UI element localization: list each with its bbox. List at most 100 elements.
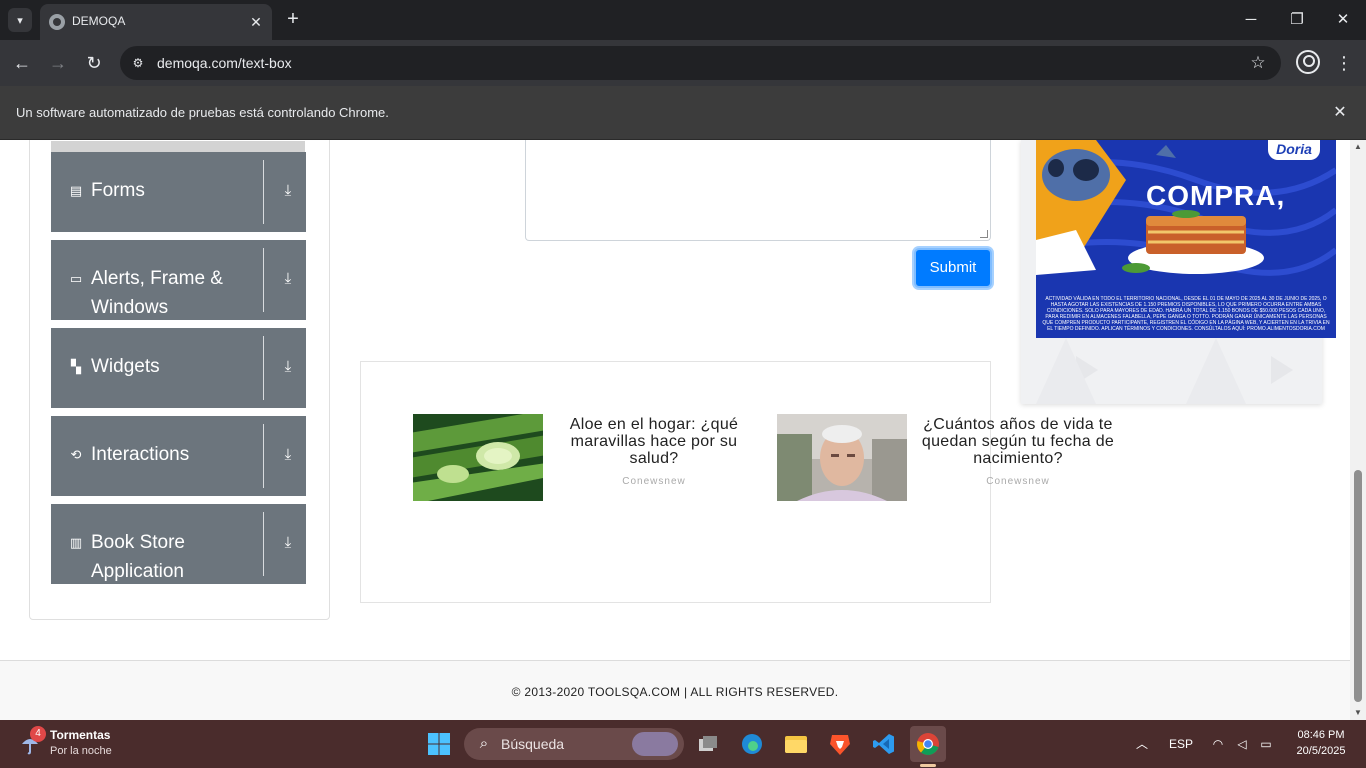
group-divider [263,512,264,576]
infobar-close-icon[interactable]: ✕ [1330,103,1350,123]
wifi-icon[interactable]: ◠ [1208,734,1228,754]
infobar-message: Un software automatizado de pruebas está… [16,105,389,120]
clock-date[interactable]: 20/5/2025 [1288,745,1354,757]
download-arrow-icon[interactable]: ⤓ [278,269,298,289]
active-app-indicator [920,764,936,767]
edge-app-button[interactable] [734,726,770,762]
automation-infobar: Un software automatizado de pruebas está… [0,86,1366,140]
tab-strip: ▾ DEMOQA ✕ + ─ ❐ ✕ [0,0,1366,40]
weather-alert-badge: 4 [30,726,46,742]
task-view-icon [699,736,717,751]
group-label: Forms [91,180,145,201]
address-bar[interactable]: ⚙ demoqa.com/text-box ☆ [120,46,1281,80]
windows-logo-icon [428,733,450,755]
group-label: Book Store Application [91,532,185,582]
input-language[interactable]: ESP [1166,734,1196,754]
story-source: Conewsnew [622,476,686,487]
edge-icon [742,734,762,754]
taskbar-search[interactable]: ⌕ Búsqueda [464,728,684,760]
chrome-icon [917,733,939,755]
ad-headline: COMPRA, [1146,180,1286,211]
group-alerts-frame-windows[interactable]: ▭ Alerts, Frame & Windows ⤓ [51,240,306,320]
story-title[interactable]: ¿Cuántos años de vida te quedan según tu… [908,416,1128,467]
vscode-app-button[interactable] [866,726,902,762]
minimize-button[interactable]: ─ [1228,0,1274,40]
group-interactions[interactable]: ⟲ Interactions ⤓ [51,416,306,496]
group-label: Interactions [91,444,190,465]
tab-search-button[interactable]: ▾ [8,8,32,32]
vscode-icon [873,734,894,754]
tab-close-icon[interactable]: ✕ [246,12,266,32]
weather-title[interactable]: Tormentas [50,728,110,742]
resize-grip-icon[interactable] [980,230,988,238]
restore-button[interactable]: ❐ [1274,0,1320,40]
page-viewport: ▤ Forms ⤓ ▭ Alerts, Frame & Windows ⤓ ▚ … [0,140,1350,720]
ad-legal-text: ACTIVIDAD VÁLIDA EN TODO EL TERRITORIO N… [1042,296,1330,332]
url-text[interactable]: demoqa.com/text-box [157,55,292,71]
page-scrollbar[interactable]: ▲ ▼ [1350,140,1366,720]
browser-tab[interactable]: DEMOQA ✕ [40,4,272,40]
story-image-elderly-man[interactable] [777,414,907,501]
weather-subtitle[interactable]: Por la noche [50,745,112,757]
browser-toolbar: ← → ↻ ⚙ demoqa.com/text-box ☆ ⋮ [0,40,1366,86]
download-arrow-icon[interactable]: ⤓ [278,533,298,553]
chrome-app-button[interactable] [910,726,946,762]
ad-placeholder-pattern [1036,338,1293,404]
chrome-menu-icon[interactable]: ⋮ [1334,50,1354,76]
tab-title: DEMOQA [72,14,126,28]
folder-icon [785,736,807,753]
download-arrow-icon[interactable]: ⤓ [278,357,298,377]
download-arrow-icon[interactable]: ⤓ [278,181,298,201]
group-label: Alerts, Frame & Windows [91,268,223,318]
search-placeholder: Búsqueda [501,736,565,752]
group-book-store-application[interactable]: ▥ Book Store Application ⤓ [51,504,306,584]
battery-icon[interactable]: ▭ [1256,734,1276,754]
widgets-icon: ▚ [71,359,81,374]
window-close-button[interactable]: ✕ [1320,0,1366,40]
group-divider [263,248,264,312]
left-panel: ▤ Forms ⤓ ▭ Alerts, Frame & Windows ⤓ ▚ … [29,140,330,620]
back-button[interactable]: ← [9,50,35,76]
reload-button[interactable]: ↻ [81,50,107,76]
file-explorer-button[interactable] [778,726,814,762]
ad-banner[interactable]: Doria COMPRA, ACTIVIDAD VÁLIDA EN TODO E… [1036,140,1336,338]
story-source: Conewsnew [986,476,1050,487]
search-highlight-image [632,732,678,756]
profile-icon[interactable] [1296,50,1320,74]
scroll-down-arrow-icon[interactable]: ▼ [1350,706,1366,720]
tray-overflow-icon[interactable]: ︿ [1134,734,1150,754]
group-widgets[interactable]: ▚ Widgets ⤓ [51,328,306,408]
page-footer: © 2013-2020 TOOLSQA.COM | ALL RIGHTS RES… [0,660,1350,720]
scroll-up-arrow-icon[interactable]: ▲ [1350,140,1366,154]
permanent-address-textarea[interactable] [525,140,991,241]
story-image-aloe[interactable] [413,414,543,501]
window-icon: ▭ [69,271,83,286]
group-divider [263,160,264,224]
brave-lion-icon [830,735,850,755]
forward-button[interactable]: → [45,50,71,76]
group-divider [263,336,264,400]
clock-time[interactable]: 08:46 PM [1288,729,1354,741]
footer-copyright: © 2013-2020 TOOLSQA.COM | ALL RIGHTS RES… [511,685,839,699]
submit-button[interactable]: Submit [914,248,992,288]
bookmark-star-icon[interactable]: ☆ [1247,52,1269,74]
brand-logo: Doria [1268,140,1320,160]
start-button[interactable] [421,726,457,762]
new-tab-button[interactable]: + [282,8,304,30]
books-icon: ▥ [69,535,83,550]
document-icon: ▤ [69,183,83,198]
ad-banner-container: Doria COMPRA, ACTIVIDAD VÁLIDA EN TODO E… [1021,140,1336,404]
sponsored-content-box: Aloe en el hogar: ¿qué maravillas hace p… [360,361,1114,603]
scroll-thumb[interactable] [1354,470,1362,702]
download-arrow-icon[interactable]: ⤓ [278,445,298,465]
group-divider [263,424,264,488]
brave-app-button[interactable] [822,726,858,762]
group-forms[interactable]: ▤ Forms ⤓ [51,152,306,232]
group-label: Widgets [91,356,160,377]
search-icon: ⌕ [479,735,489,752]
task-view-button[interactable] [690,726,726,762]
site-info-icon[interactable]: ⚙ [128,53,148,73]
volume-icon[interactable]: ◁ [1232,734,1252,754]
story-title[interactable]: Aloe en el hogar: ¿qué maravillas hace p… [544,416,764,467]
windows-taskbar: 4 Tormentas Por la noche ⌕ Búsqueda ︿ ES… [0,720,1366,768]
